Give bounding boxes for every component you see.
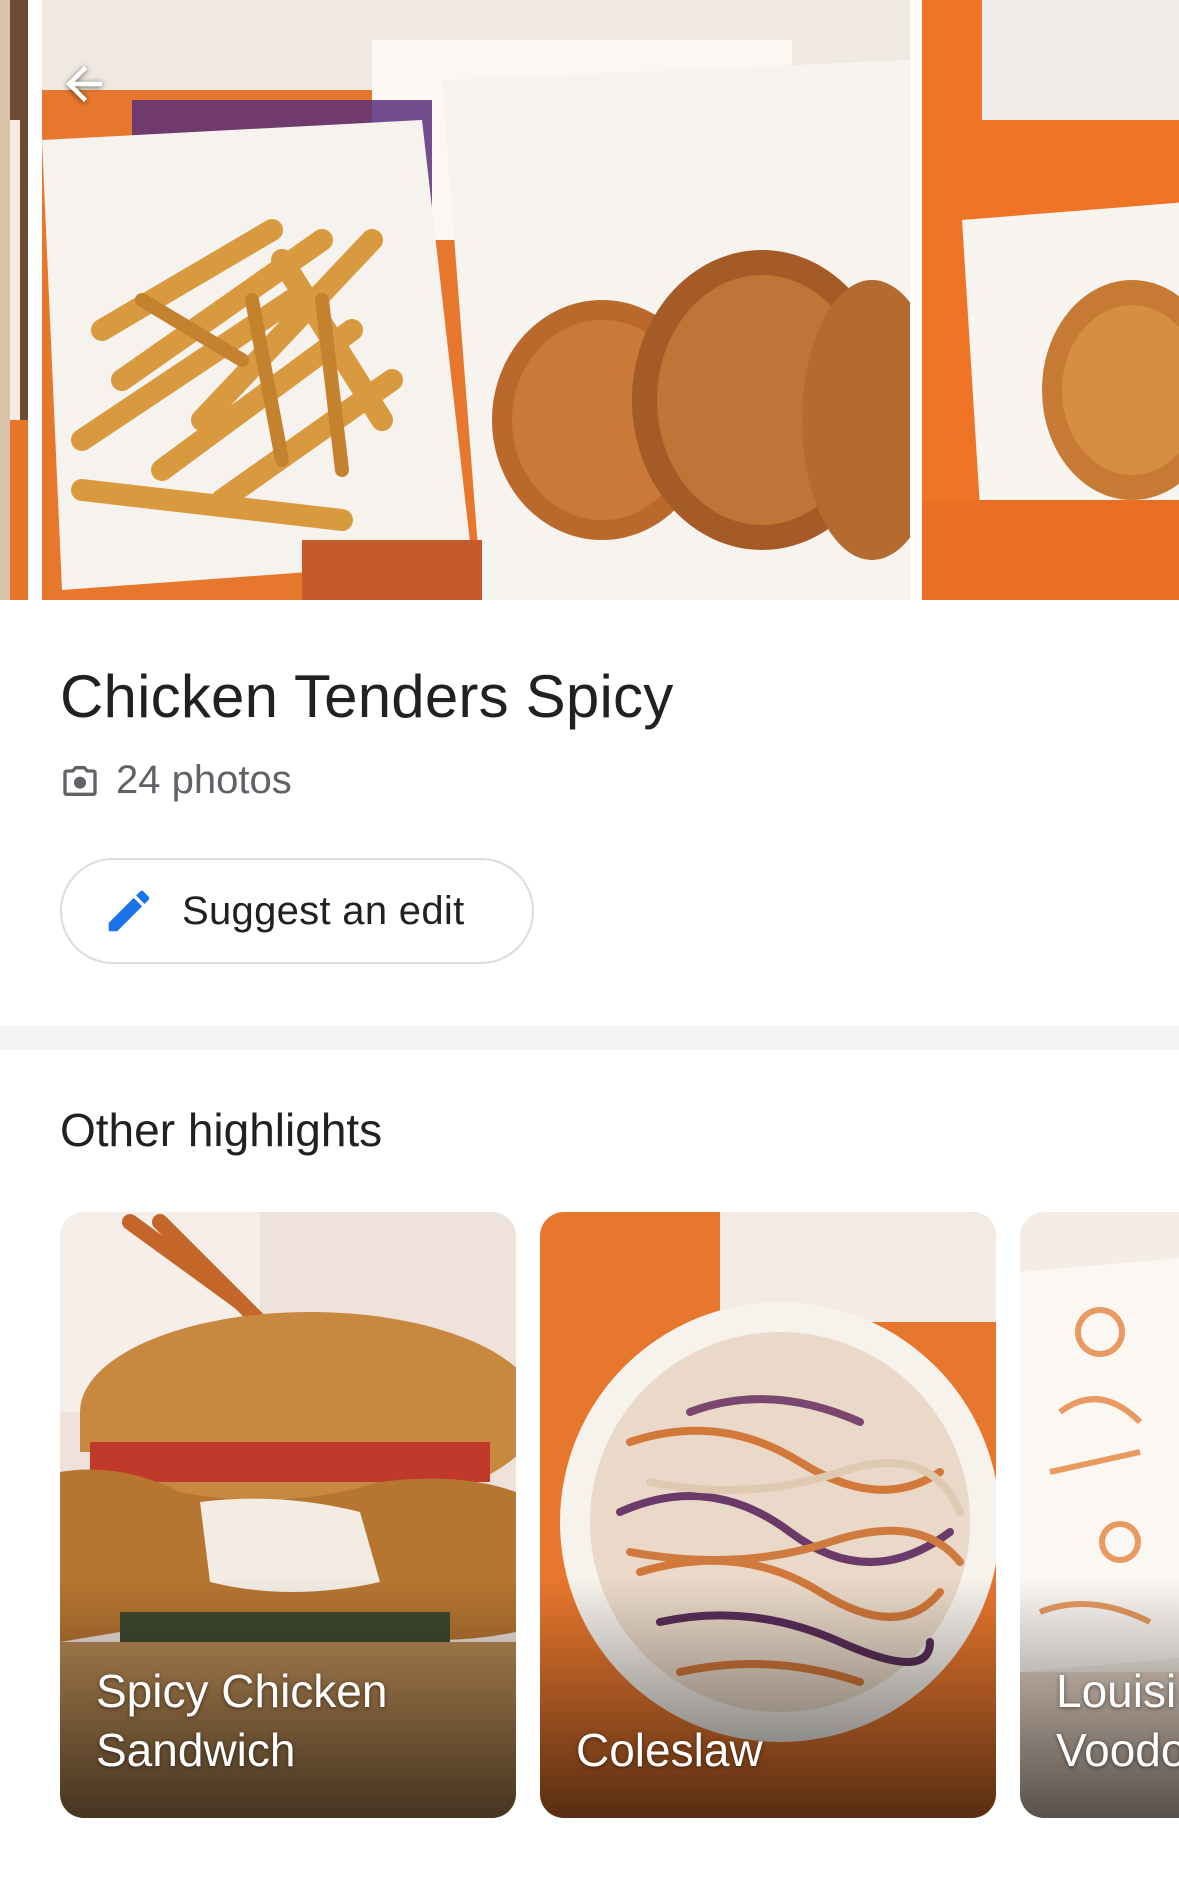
section-divider bbox=[0, 1026, 1179, 1050]
carousel-photo-main[interactable] bbox=[42, 0, 910, 600]
highlight-card-label: Spicy Chicken Sandwich bbox=[96, 1665, 388, 1776]
suggest-edit-label: Suggest an edit bbox=[182, 888, 465, 933]
caption-gradient bbox=[540, 1578, 996, 1818]
highlight-card[interactable]: Coleslaw bbox=[540, 1212, 996, 1818]
camera-icon bbox=[63, 765, 97, 796]
pencil-icon bbox=[108, 890, 150, 932]
highlights-carousel[interactable]: Spicy Chicken Sandwich Coleslaw Louisi V… bbox=[0, 1212, 1179, 1818]
photo-carousel[interactable] bbox=[0, 0, 1179, 600]
carousel-photo-previous[interactable] bbox=[0, 0, 28, 600]
highlights-title: Other highlights bbox=[60, 1104, 383, 1156]
back-button[interactable] bbox=[40, 40, 128, 128]
photo-count-label: 24 photos bbox=[116, 758, 292, 802]
highlight-card-label: Coleslaw bbox=[576, 1724, 763, 1776]
item-title: Chicken Tenders Spicy bbox=[60, 663, 674, 730]
suggest-edit-button[interactable]: Suggest an edit bbox=[60, 858, 534, 964]
highlight-card-label: Louisi Voodo bbox=[1056, 1665, 1179, 1776]
arrow-left-icon bbox=[66, 66, 102, 102]
highlight-card[interactable]: Spicy Chicken Sandwich bbox=[60, 1212, 516, 1818]
photo-count[interactable]: 24 photos bbox=[60, 758, 292, 803]
highlight-card[interactable]: Louisi Voodo bbox=[1020, 1212, 1179, 1818]
carousel-photo-next[interactable] bbox=[922, 0, 1179, 600]
